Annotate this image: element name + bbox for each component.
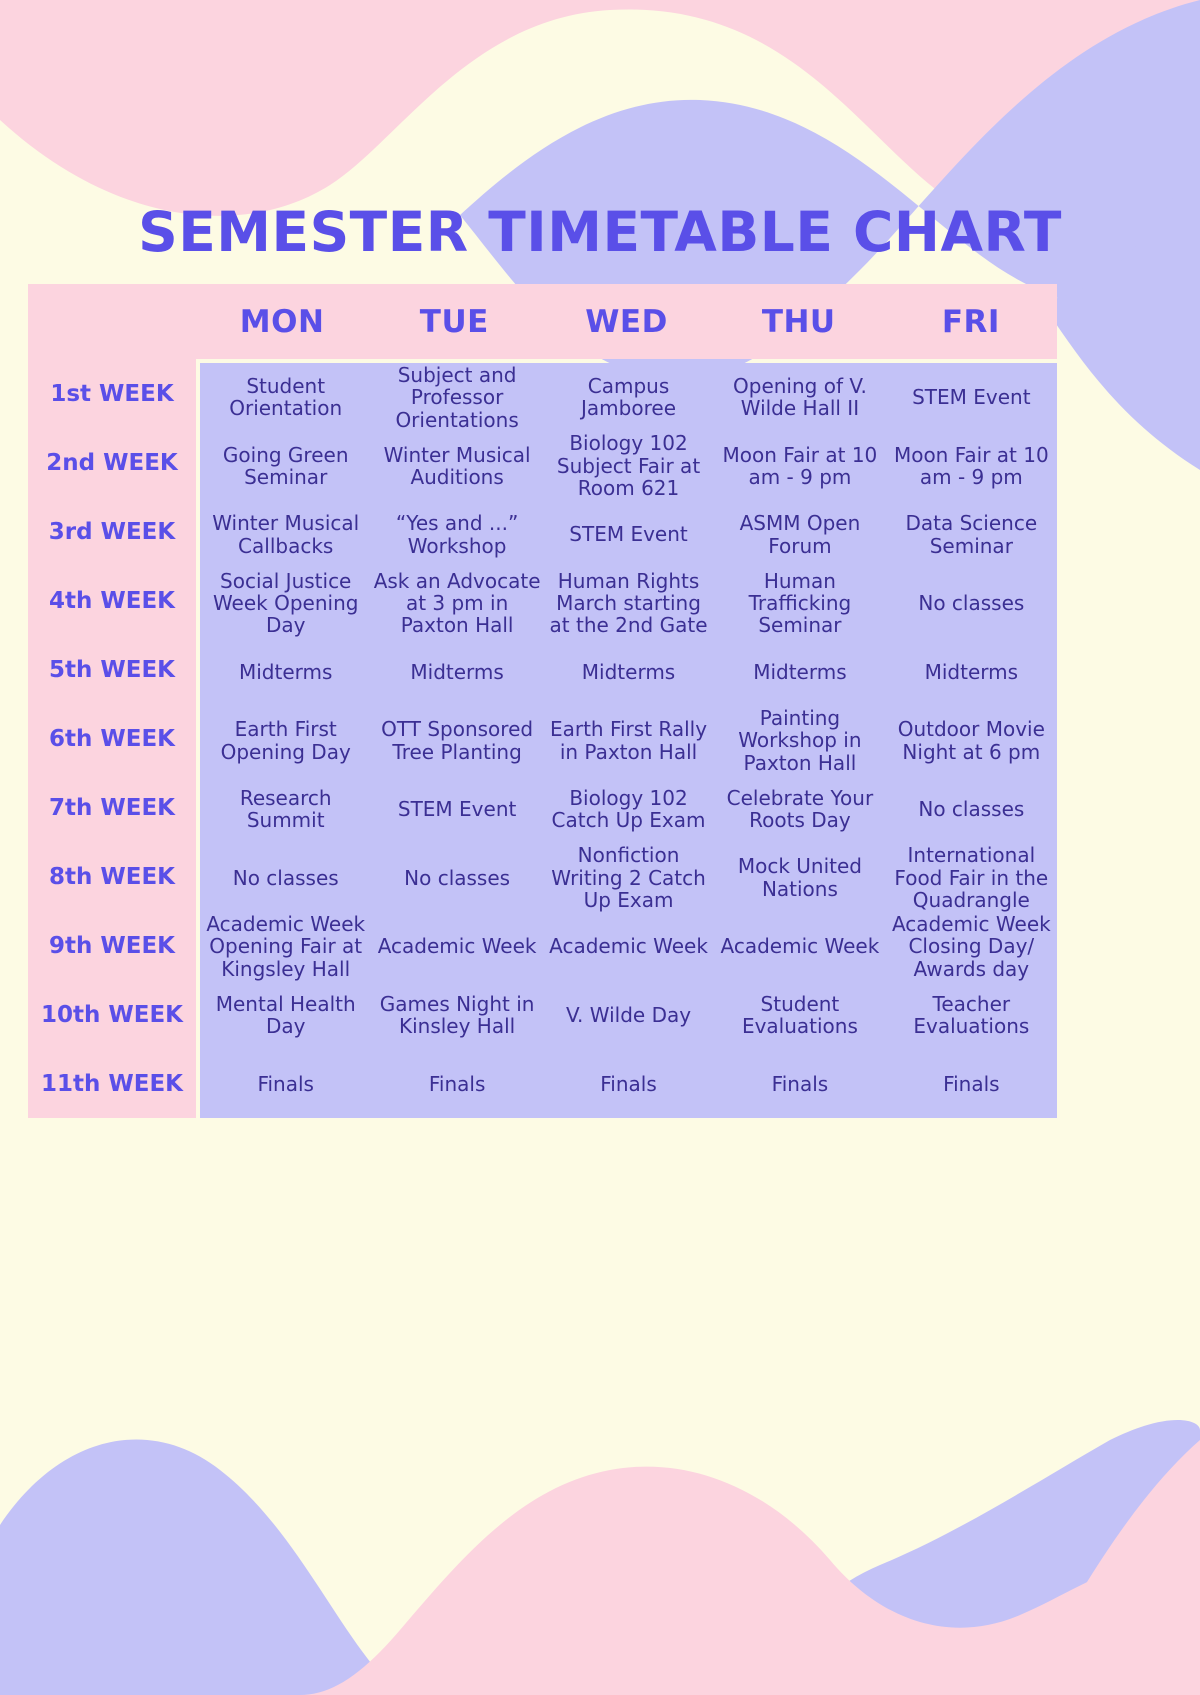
cell-w2-wed: Biology 102 Subject Fair at Room 621: [556, 431, 701, 501]
page-title: SEMESTER TIMETABLE CHART: [138, 200, 1062, 264]
cell-w5-thu: Midterms: [753, 659, 847, 684]
table-row: Mental Health Day Games Night in Kinsley…: [200, 981, 1057, 1050]
cell-w3-fri: Data Science Seminar: [905, 511, 1038, 558]
week-label-7: 7th WEEK: [49, 794, 175, 821]
week-label-column: 1st WEEK 2nd WEEK 3rd WEEK 4th WEEK 5th …: [28, 359, 196, 1118]
cell-w11-fri: Finals: [943, 1071, 1000, 1096]
cell-w8-tue: No classes: [404, 865, 511, 890]
day-header-thu: THU: [761, 303, 836, 340]
cell-w10-mon: Mental Health Day: [215, 991, 356, 1039]
week-label-4: 4th WEEK: [49, 587, 175, 614]
cell-w4-wed: Human Rights March starting at the 2nd G…: [549, 568, 708, 638]
cell-w3-mon: Winter Musical Callbacks: [212, 511, 360, 558]
day-header-wed: WED: [585, 303, 668, 340]
cell-w8-fri: International Food Fair in the Quadrangl…: [894, 843, 1049, 912]
cell-w11-wed: Finals: [600, 1071, 657, 1096]
table-row: Going Green Seminar Winter Musical Audit…: [200, 432, 1057, 501]
cell-w4-tue: Ask an Advocate at 3 pm in Paxton Hall: [373, 568, 541, 638]
cell-w8-wed: Nonfiction Writing 2 Catch Up Exam: [551, 843, 706, 912]
cell-w4-mon: Social Justice Week Opening Day: [212, 568, 359, 638]
cell-w11-tue: Finals: [428, 1071, 486, 1096]
table-row: Earth First Opening Day OTT Sponsored Tr…: [200, 706, 1057, 775]
cell-w7-fri: No classes: [918, 796, 1025, 821]
cell-w11-thu: Finals: [771, 1071, 829, 1096]
week-label-1: 1st WEEK: [50, 380, 174, 407]
timetable-body: Student Orientation Subject and Professo…: [200, 363, 1057, 1118]
cell-w11-mon: Finals: [257, 1071, 314, 1096]
week-label-2: 2nd WEEK: [46, 449, 178, 476]
cell-w10-tue: Games Night in Kinsley Hall: [379, 991, 535, 1039]
cell-w2-thu: Moon Fair at 10 am - 9 pm: [722, 442, 878, 489]
cell-w10-wed: V. Wilde Day: [565, 1002, 692, 1027]
week-label-11: 11th WEEK: [41, 1070, 183, 1097]
day-header-fri: FRI: [941, 303, 1000, 340]
table-row: Social Justice Week Opening Day Ask an A…: [200, 569, 1057, 638]
cell-w6-mon: Earth First Opening Day: [220, 717, 351, 764]
cell-w1-tue: Subject and Professor Orientations: [395, 362, 519, 432]
week-label-8: 8th WEEK: [49, 863, 175, 890]
table-row: Academic Week Opening Fair at Kingsley H…: [200, 912, 1057, 981]
cell-w7-thu: Celebrate Your Roots Day: [726, 785, 874, 833]
cell-w7-mon: Research Summit: [239, 785, 332, 833]
cell-w4-thu: Human Trafficking Seminar: [748, 568, 852, 638]
cell-w9-tue: Academic Week: [377, 934, 537, 959]
cell-w5-fri: Midterms: [924, 659, 1019, 684]
cell-w1-mon: Student Orientation: [229, 373, 343, 421]
cell-w10-thu: Student Evaluations: [741, 991, 858, 1039]
table-row: Winter Musical Callbacks “Yes and ...” W…: [200, 500, 1057, 569]
cell-w8-mon: No classes: [232, 865, 339, 890]
cell-w6-thu: Painting Workshop in Paxton Hall: [738, 705, 862, 775]
timetable-page: SEMESTER TIMETABLE CHART MON TUE WED THU…: [0, 0, 1200, 1695]
cell-w3-wed: STEM Event: [569, 522, 688, 547]
cell-w7-wed: Biology 102 Catch Up Exam: [551, 785, 706, 833]
cell-w2-mon: Going Green Seminar: [222, 442, 349, 489]
week-label-5: 5th WEEK: [49, 656, 175, 683]
table-row: Research Summit STEM Event Biology 102 C…: [200, 775, 1057, 844]
cell-w5-mon: Midterms: [238, 659, 333, 684]
cell-w8-thu: Mock United Nations: [737, 854, 862, 901]
cell-w6-tue: OTT Sponsored Tree Planting: [381, 717, 534, 764]
table-row: No classes No classes Nonfiction Writing…: [200, 843, 1057, 912]
cell-w5-wed: Midterms: [581, 659, 676, 684]
week-label-6: 6th WEEK: [49, 725, 175, 752]
cell-w10-fri: Teacher Evaluations: [913, 991, 1030, 1039]
cell-w6-fri: Outdoor Movie Night at 6 pm: [897, 717, 1045, 764]
day-header-tue: TUE: [419, 303, 489, 340]
cell-w1-thu: Opening of V. Wilde Hall II: [733, 373, 867, 421]
cell-w2-tue: Winter Musical Auditions: [383, 442, 531, 489]
table-row: Finals Finals Finals Finals Finals: [200, 1049, 1057, 1118]
cell-w3-tue: “Yes and ...” Workshop: [395, 511, 519, 558]
cell-w1-fri: STEM Event: [912, 385, 1031, 410]
table-row: Student Orientation Subject and Professo…: [200, 363, 1057, 432]
cell-w9-fri: Academic Week Closing Day/ Awards day: [891, 911, 1051, 981]
cell-w1-wed: Campus Jamboree: [581, 373, 676, 421]
cell-w4-fri: No classes: [918, 591, 1025, 616]
table-row: Midterms Midterms Midterms Midterms Midt…: [200, 638, 1057, 707]
cell-w9-mon: Academic Week Opening Fair at Kingsley H…: [206, 911, 366, 981]
week-label-9: 9th WEEK: [49, 932, 175, 959]
cell-w9-thu: Academic Week: [720, 934, 880, 959]
week-label-3: 3rd WEEK: [48, 518, 176, 545]
cell-w9-wed: Academic Week: [549, 934, 708, 959]
week-label-10: 10th WEEK: [41, 1001, 183, 1028]
cell-w3-thu: ASMM Open Forum: [739, 511, 861, 558]
cell-w2-fri: Moon Fair at 10 am - 9 pm: [893, 442, 1049, 489]
cell-w5-tue: Midterms: [410, 659, 504, 684]
day-header-mon: MON: [239, 303, 325, 340]
cell-w6-wed: Earth First Rally in Paxton Hall: [549, 717, 708, 764]
cell-w7-tue: STEM Event: [397, 796, 517, 821]
day-header-row: MON TUE WED THU FRI: [196, 284, 1057, 359]
